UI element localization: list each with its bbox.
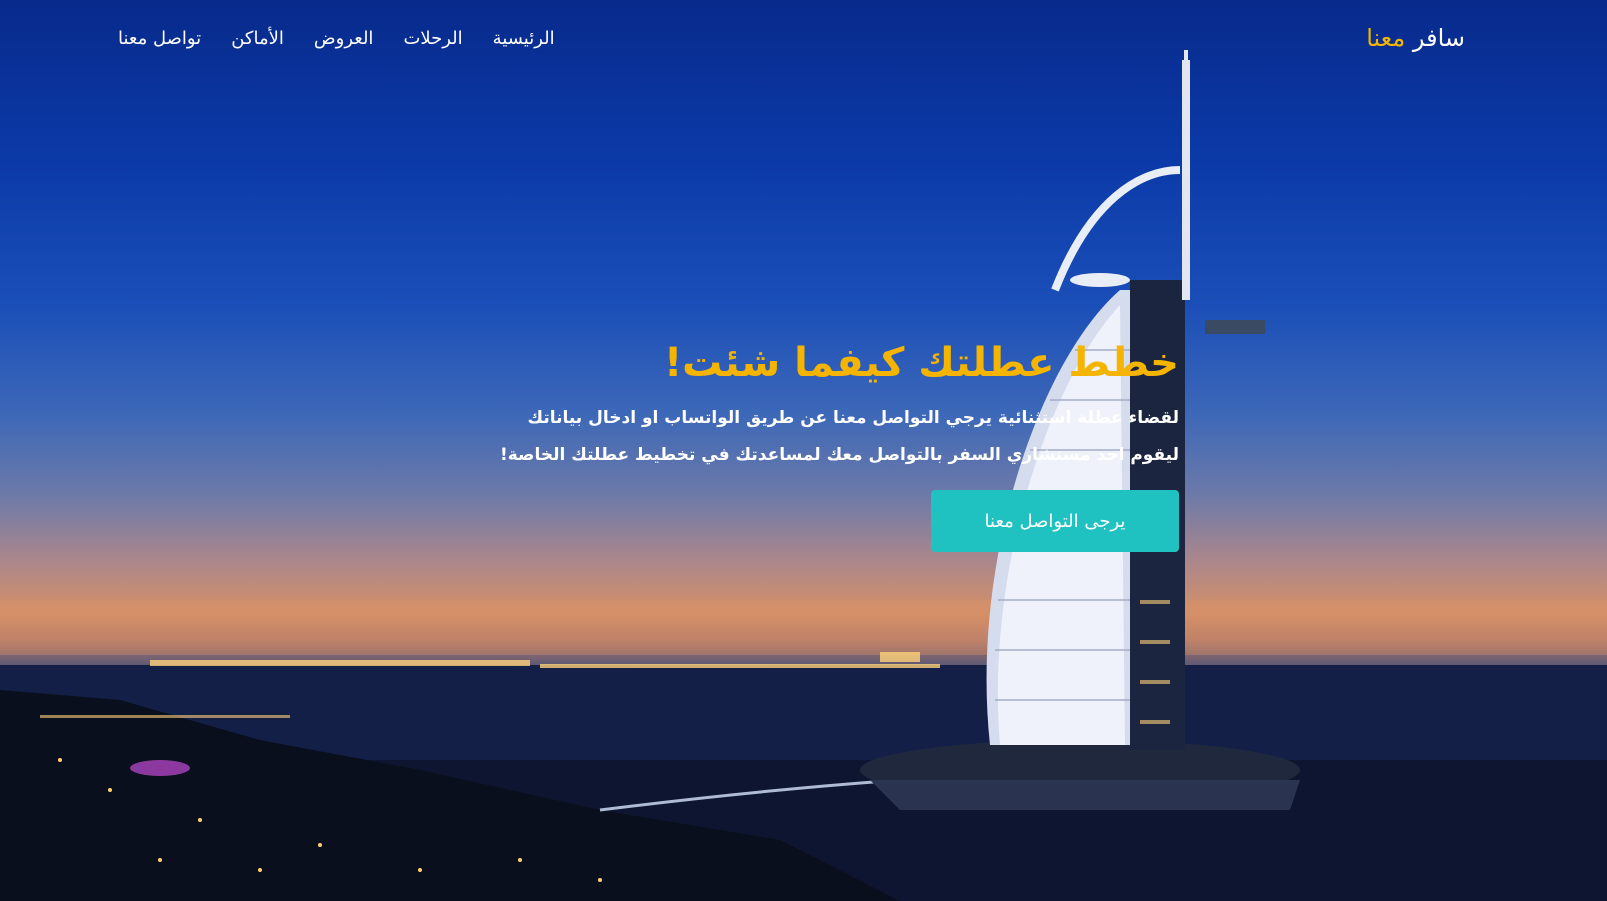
contact-us-button[interactable]: يرجى التواصل معنا (931, 490, 1179, 552)
nav-item-trips[interactable]: الرحلات (403, 28, 462, 49)
main-navbar: سافر معنا الرئيسية الرحلات العروض الأماك… (118, 18, 1465, 58)
brand-name-part2: معنا (1366, 24, 1406, 52)
nav-item-contact[interactable]: تواصل معنا (118, 28, 201, 49)
nav-item-home[interactable]: الرئيسية (493, 28, 555, 49)
hero-title: خطط عطلتك كيفما شئت! (663, 340, 1179, 386)
nav-item-offers[interactable]: العروض (314, 28, 374, 49)
hero-section: سافر معنا الرئيسية الرحلات العروض الأماك… (0, 0, 1607, 901)
nav-menu: الرئيسية الرحلات العروض الأماكن تواصل مع… (118, 28, 555, 49)
brand-logo[interactable]: سافر معنا (1366, 24, 1465, 52)
nav-item-places[interactable]: الأماكن (231, 28, 284, 49)
hero-description: لقضاء عطلة استثنائية يرجي التواصل معنا ع… (499, 408, 1179, 465)
brand-name-part1: سافر (1412, 24, 1465, 52)
hero-content: خطط عطلتك كيفما شئت! لقضاء عطلة استثنائي… (479, 340, 1179, 552)
